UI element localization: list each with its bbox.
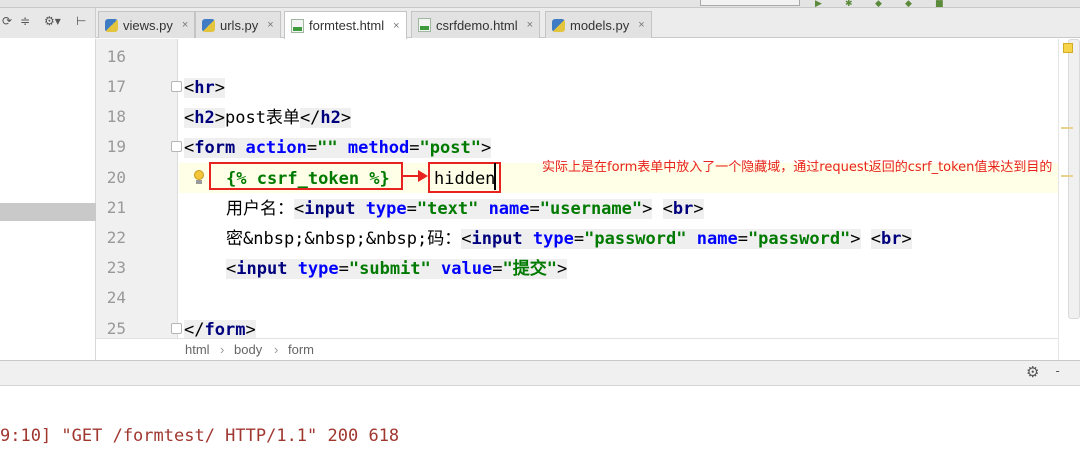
hide-panel-icon[interactable]: ⊢ [76, 14, 86, 28]
arrow-head-icon [418, 170, 428, 182]
close-icon[interactable]: × [393, 20, 399, 32]
code-line-18[interactable]: <h2>post表单</h2> [184, 107, 352, 129]
code-line-19[interactable]: <form action="" method="post"> [184, 137, 492, 159]
tab-views-py[interactable]: views.py × [98, 11, 196, 38]
python-file-icon [105, 18, 118, 32]
code-line-21[interactable]: 用户名：<input type="text" name="username"> … [226, 198, 704, 220]
code-line-22[interactable]: 密&nbsp;&nbsp;&nbsp;码：<input type="passwo… [226, 228, 912, 250]
code-line-25[interactable]: </form> [184, 319, 256, 338]
intention-lightbulb-icon[interactable] [193, 170, 205, 186]
warning-marker[interactable] [1061, 175, 1073, 177]
run-config-dropdown[interactable] [700, 0, 800, 6]
run-panel-header: ⚙ - [0, 360, 1080, 386]
tab-label: urls.py [220, 17, 259, 33]
tab-label: csrfdemo.html [436, 17, 518, 33]
tab-label: views.py [123, 17, 173, 33]
python-file-icon [202, 18, 215, 32]
fold-marker-icon[interactable] [171, 141, 182, 152]
selected-tree-item[interactable] [0, 203, 96, 221]
line-number: 17 [106, 77, 126, 96]
breadcrumb: html › body › form [96, 338, 1058, 359]
settings-gear-icon[interactable]: ⚙ [1026, 363, 1039, 381]
editor-tab-bar: ⟳ ≑ ⚙▾ ⊢ views.py × urls.py × formtest.h… [0, 8, 1080, 39]
warning-marker[interactable] [1061, 127, 1073, 129]
html-file-icon [291, 18, 304, 33]
settings-gear-icon[interactable]: ⚙▾ [44, 14, 61, 28]
line-number: 21 [106, 198, 126, 217]
html-file-icon [418, 18, 431, 32]
python-file-icon [552, 18, 565, 32]
close-icon[interactable]: × [527, 19, 533, 31]
close-icon[interactable]: × [182, 19, 188, 31]
tab-label: models.py [570, 17, 630, 33]
breadcrumb-item[interactable]: form [288, 342, 314, 357]
breadcrumb-separator-icon: › [220, 342, 225, 357]
line-number: 24 [106, 288, 126, 307]
tab-formtest-html[interactable]: formtest.html × [284, 11, 407, 39]
project-panel[interactable] [0, 39, 96, 360]
line-number: 18 [106, 107, 126, 126]
line-number-gutter: 16 17 18 19 20 21 22 23 24 25 [96, 39, 182, 338]
annotation-note: 实际上是在form表单中放入了一个隐藏域，通过request返回的csrf_to… [542, 160, 1053, 175]
close-icon[interactable]: × [267, 19, 273, 31]
breadcrumb-item[interactable]: body [234, 342, 262, 357]
line-number: 20 [106, 168, 126, 187]
text-caret [494, 163, 496, 190]
line-number: 22 [106, 228, 126, 247]
tab-urls-py[interactable]: urls.py × [195, 11, 281, 38]
code-editor[interactable]: 16 17 18 19 20 21 22 23 24 25 <hr> <h2>p… [96, 39, 1058, 338]
close-icon[interactable]: × [638, 19, 644, 31]
code-line-23[interactable]: <input type="submit" value="提交"> [226, 258, 568, 280]
line-number: 19 [106, 137, 126, 156]
breadcrumb-separator-icon: › [274, 342, 279, 357]
fold-marker-icon[interactable] [171, 81, 182, 92]
inspection-status-icon[interactable] [1063, 43, 1073, 53]
sync-icon[interactable]: ⟳ [2, 14, 12, 28]
fold-marker-icon[interactable] [171, 323, 182, 334]
editor-scrollbar[interactable] [1058, 39, 1080, 360]
main-toolbar: ▶ ✱ ◆ ◆ ■ [0, 0, 1080, 9]
line-number: 23 [106, 258, 126, 277]
hide-panel-icon[interactable]: - [1054, 364, 1061, 378]
tab-models-py[interactable]: models.py × [545, 11, 652, 38]
scrollbar-thumb[interactable] [1068, 39, 1080, 319]
line-number: 25 [106, 319, 126, 338]
breadcrumb-item[interactable]: html [185, 342, 210, 357]
tab-csrfdemo-html[interactable]: csrfdemo.html × [411, 11, 541, 38]
code-line-17[interactable]: <hr> [184, 77, 225, 99]
console-log-line: 9:10] "GET /formtest/ HTTP/1.1" 200 618 [0, 426, 400, 446]
csrf-token-highlight-box [209, 162, 403, 190]
collapse-all-icon[interactable]: ≑ [20, 14, 30, 28]
tab-label: formtest.html [309, 18, 385, 33]
run-console[interactable]: 9:10] "GET /formtest/ HTTP/1.1" 200 618 [0, 386, 1080, 471]
line-number: 16 [106, 47, 126, 66]
project-toolbar: ⟳ ≑ ⚙▾ ⊢ [0, 8, 96, 38]
hidden-text[interactable]: hidden [434, 168, 495, 190]
